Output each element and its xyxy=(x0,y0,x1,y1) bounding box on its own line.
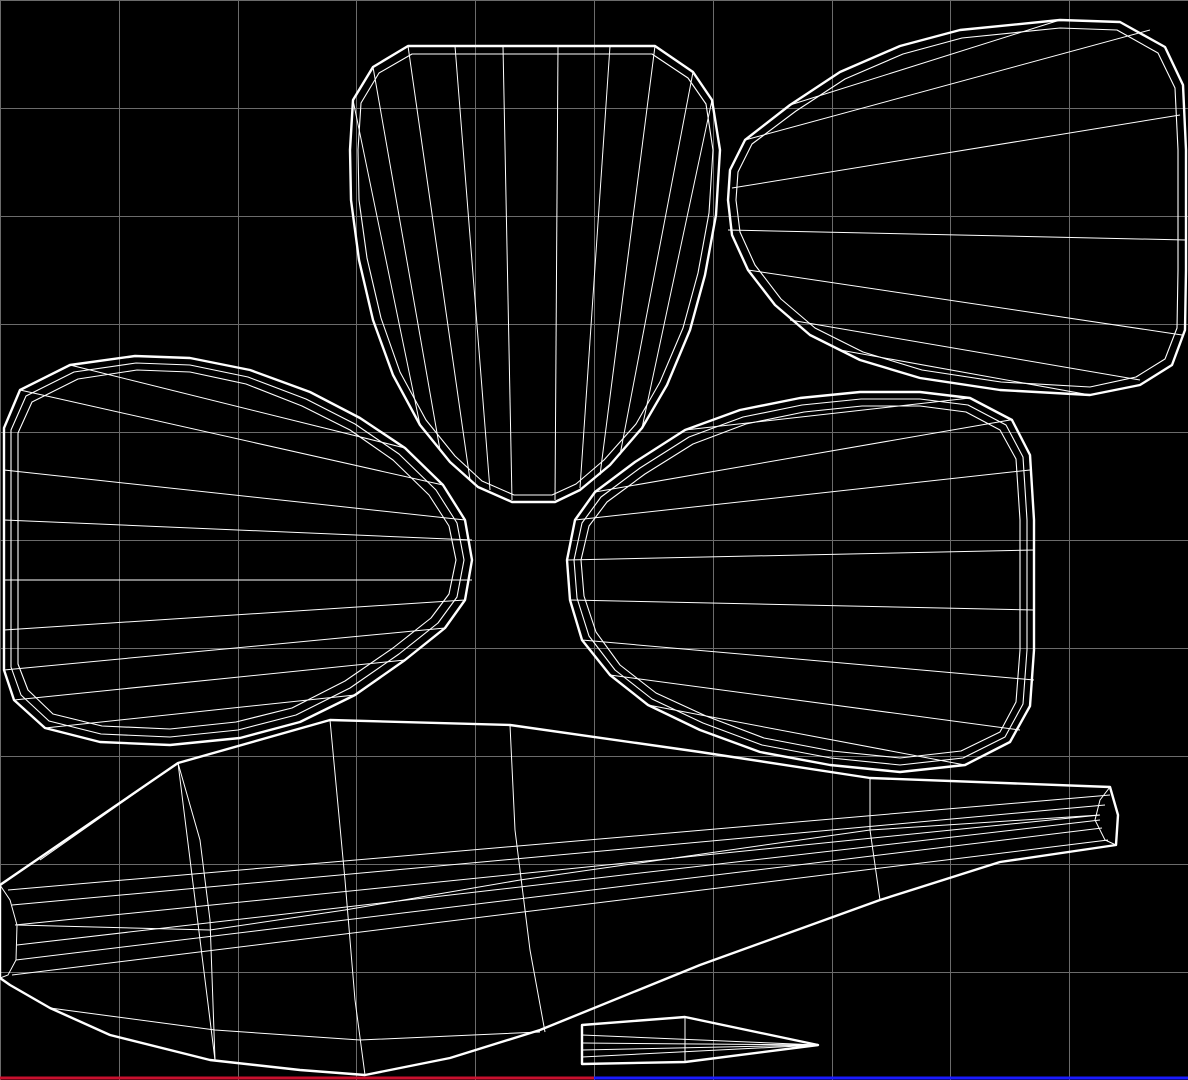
uv-grid xyxy=(0,0,1188,1080)
uv-island-petal-right[interactable] xyxy=(565,390,1036,774)
uv-island-small-fin[interactable] xyxy=(580,1015,820,1066)
uv-islands xyxy=(0,18,1188,1077)
uv-island-petal-top[interactable] xyxy=(348,44,722,504)
uv-canvas[interactable] xyxy=(0,0,1188,1080)
uv-island-petal-upper-right[interactable] xyxy=(726,18,1188,397)
uv-editor-viewport[interactable] xyxy=(0,0,1188,1080)
